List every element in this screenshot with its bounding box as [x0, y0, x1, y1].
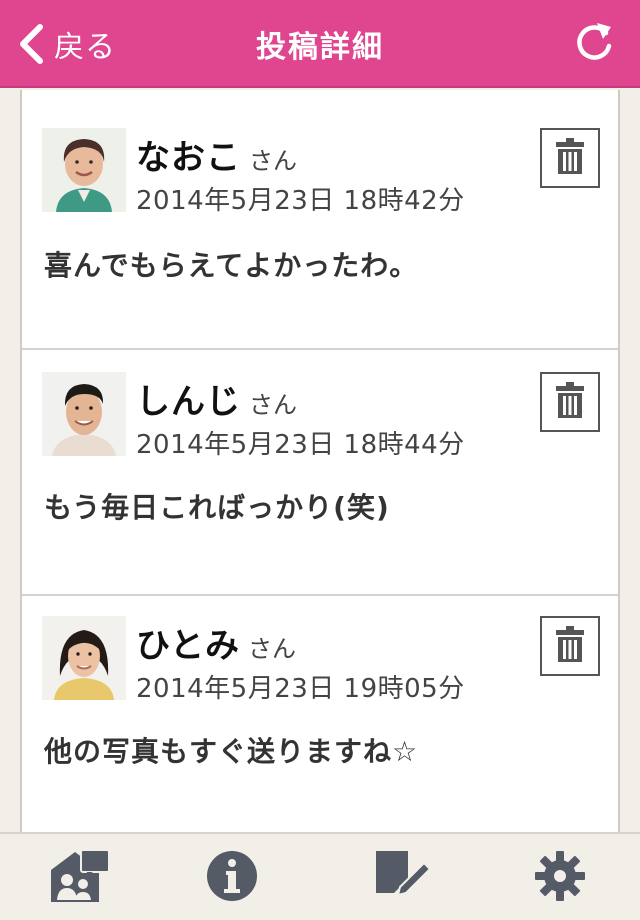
compose-icon — [372, 849, 432, 907]
post-author: なおこ さん — [136, 130, 297, 179]
author-name: なおこ — [136, 138, 241, 178]
tab-bar — [0, 832, 640, 920]
back-label: 戻る — [54, 30, 116, 65]
chevron-left-icon — [14, 20, 48, 68]
post-body: もう毎日こればっかり(笑) — [44, 491, 390, 524]
author-honorific: さん — [247, 635, 296, 663]
post-timestamp: 2014年5月23日 18時44分 — [136, 430, 465, 460]
post-author: ひとみ さん — [136, 618, 296, 667]
tab-compose[interactable] — [362, 846, 442, 910]
post-item: しんじ さん 2014年5月23日 18時44分 もう毎日こればっかり(笑) — [22, 352, 618, 596]
avatar-young-woman — [42, 616, 126, 700]
refresh-icon — [573, 21, 615, 67]
gear-icon — [533, 849, 587, 907]
post-list: なおこ さん 2014年5月23日 18時42分 喜んでもらえてよかったわ。 し… — [20, 90, 620, 832]
post-item: なおこ さん 2014年5月23日 18時42分 喜んでもらえてよかったわ。 — [22, 106, 618, 350]
author-name: しんじ — [136, 382, 241, 422]
family-icon — [49, 848, 111, 908]
post-item: ひとみ さん 2014年5月23日 19時05分 他の写真もすぐ送りますね☆ — [22, 596, 618, 832]
trash-icon — [554, 625, 586, 667]
post-author: しんじ さん — [136, 374, 297, 423]
post-body: 他の写真もすぐ送りますね☆ — [44, 735, 419, 768]
avatar-elderly-woman — [42, 128, 126, 212]
author-honorific: さん — [249, 391, 297, 419]
header-bar: 戻る 投稿詳細 — [0, 0, 640, 88]
refresh-button[interactable] — [570, 20, 618, 68]
tab-settings[interactable] — [520, 846, 600, 910]
trash-icon — [554, 137, 586, 179]
author-name: ひとみ — [136, 626, 240, 666]
tab-info[interactable] — [192, 846, 272, 910]
post-timestamp: 2014年5月23日 19時05分 — [136, 674, 465, 704]
post-body: 喜んでもらえてよかったわ。 — [44, 249, 419, 282]
trash-icon — [554, 381, 586, 423]
delete-button[interactable] — [540, 372, 600, 432]
info-icon — [205, 849, 259, 907]
post-timestamp: 2014年5月23日 18時42分 — [136, 186, 465, 216]
back-button[interactable]: 戻る — [14, 20, 116, 68]
delete-button[interactable] — [540, 616, 600, 676]
tab-family[interactable] — [40, 846, 120, 910]
delete-button[interactable] — [540, 128, 600, 188]
avatar-young-man — [42, 372, 126, 456]
author-honorific: さん — [249, 147, 297, 175]
